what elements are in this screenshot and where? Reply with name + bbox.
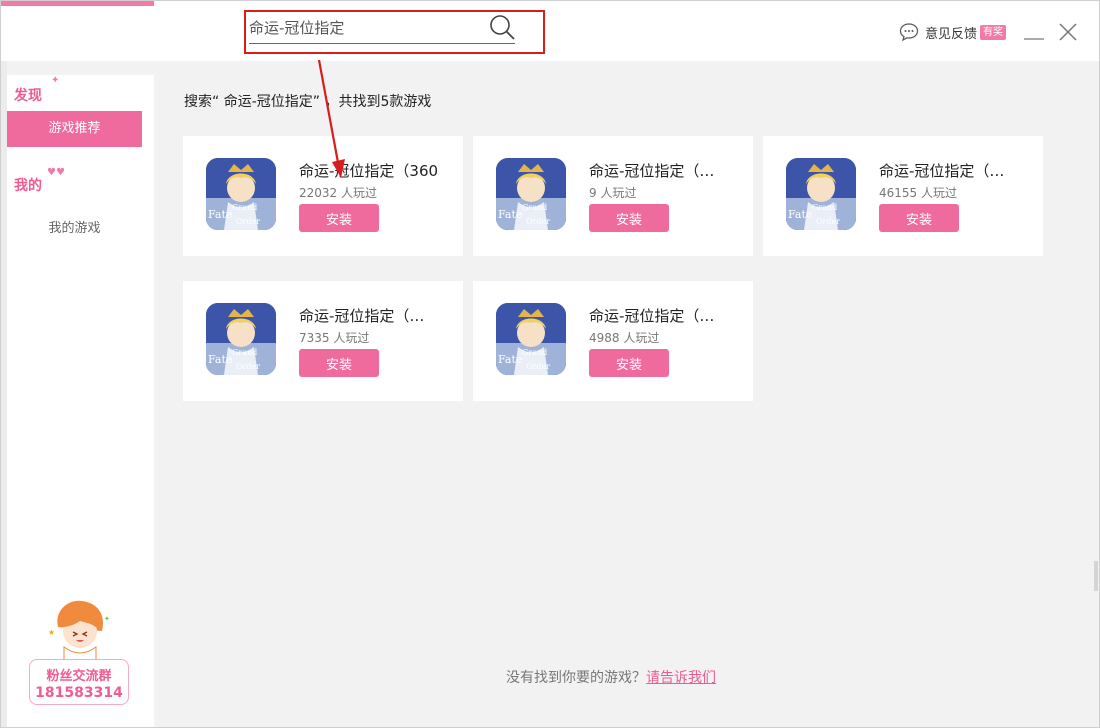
game-card[interactable]: Fate Grand Order 命运-冠位指定（… 46155 人玩过 安装: [763, 136, 1043, 256]
section-title-discover: 发现: [14, 88, 42, 104]
fan-group-label: 粉丝交流群: [46, 669, 112, 684]
footer-prompt: 没有找到你要的游戏？: [506, 670, 646, 686]
fan-group-number: 181583314: [35, 685, 123, 701]
sparkle-icon: ✦: [51, 75, 60, 86]
install-button[interactable]: 安装: [589, 349, 669, 377]
install-button[interactable]: 安装: [589, 204, 669, 232]
sidebar: 发现 ✦ 游戏推荐 我的 ♥♥ 我的游戏 ★ ✦ 粉丝交流群 181583314: [7, 75, 154, 727]
svg-text:Order: Order: [526, 362, 550, 371]
svg-text:Fate: Fate: [498, 208, 522, 221]
fate-grand-order-icon: Fate Grand Order: [206, 158, 276, 230]
game-card[interactable]: Fate Grand Order 命运-冠位指定（… 4988 人玩过 安装: [473, 281, 753, 401]
fate-grand-order-icon: Fate Grand Order: [496, 158, 566, 230]
svg-text:Order: Order: [236, 217, 260, 226]
feedback-button[interactable]: 意见反馈 有奖: [899, 21, 1007, 43]
svg-text:Grand: Grand: [522, 203, 547, 212]
svg-text:Order: Order: [816, 217, 840, 226]
result-heading: 搜索“ 命运-冠位指定” ，共找到5款游戏: [184, 94, 432, 110]
game-title: 命运-冠位指定（…: [589, 307, 715, 325]
game-card[interactable]: Fate Grand Order 命运-冠位指定（… 9 人玩过 安装: [473, 136, 753, 256]
svg-text:★: ★: [48, 628, 55, 637]
players-count: 7335 人玩过: [299, 331, 370, 345]
svg-text:Fate: Fate: [788, 208, 812, 221]
feedback-label: 意见反馈: [925, 26, 978, 42]
feedback-link[interactable]: 请告诉我们: [646, 670, 716, 686]
scrollbar[interactable]: [1093, 61, 1099, 601]
fate-grand-order-icon: Fate Grand Order: [206, 303, 276, 375]
players-count: 22032 人玩过: [299, 186, 377, 200]
svg-text:Grand: Grand: [522, 348, 547, 357]
search-annotation-box: [244, 10, 545, 54]
install-button[interactable]: 安装: [879, 204, 959, 232]
svg-text:Fate: Fate: [498, 353, 522, 366]
brand-strip: [1, 1, 154, 6]
svg-text:✦: ✦: [104, 615, 110, 623]
install-button[interactable]: 安装: [299, 204, 379, 232]
chat-icon: [899, 23, 919, 42]
fan-group-button[interactable]: 粉丝交流群 181583314: [29, 659, 129, 705]
fate-grand-order-icon: Fate Grand Order: [496, 303, 566, 375]
game-title: 命运-冠位指定（…: [299, 307, 425, 325]
game-card[interactable]: Fate Grand Order 命运-冠位指定（… 7335 人玩过 安装: [183, 281, 463, 401]
players-count: 46155 人玩过: [879, 186, 957, 200]
sidebar-item-my-games[interactable]: 我的游戏: [7, 217, 142, 241]
svg-text:Grand: Grand: [232, 348, 257, 357]
minimize-icon[interactable]: [1023, 23, 1045, 43]
fate-grand-order-icon: Fate Grand Order: [786, 158, 856, 230]
app-window: 意见反馈 有奖 发现 ✦ 游戏推荐 我的 ♥♥ 我的游戏 ★ ✦: [0, 0, 1100, 728]
reward-badge: 有奖: [980, 24, 1007, 40]
svg-text:Order: Order: [526, 217, 550, 226]
sidebar-item-game-recommend[interactable]: 游戏推荐: [7, 111, 142, 147]
svg-text:Fate: Fate: [208, 353, 232, 366]
section-title-mine: 我的: [14, 178, 42, 194]
players-count: 9 人玩过: [589, 186, 637, 200]
heart-icon: ♥♥: [47, 167, 65, 178]
svg-text:Grand: Grand: [812, 203, 837, 212]
footer-text: 没有找到你要的游戏？请告诉我们: [506, 667, 716, 687]
close-icon[interactable]: [1057, 21, 1079, 43]
svg-text:Order: Order: [236, 362, 260, 371]
svg-text:Grand: Grand: [232, 203, 257, 212]
svg-text:Fate: Fate: [208, 208, 232, 221]
game-title: 命运-冠位指定（…: [879, 162, 1005, 180]
title-bar: 意见反馈 有奖: [1, 1, 1099, 61]
game-title: 命运-冠位指定（…: [589, 162, 715, 180]
install-button[interactable]: 安装: [299, 349, 379, 377]
players-count: 4988 人玩过: [589, 331, 660, 345]
mascot-icon: ★ ✦: [48, 600, 110, 666]
annotation-arrow: [317, 59, 345, 178]
